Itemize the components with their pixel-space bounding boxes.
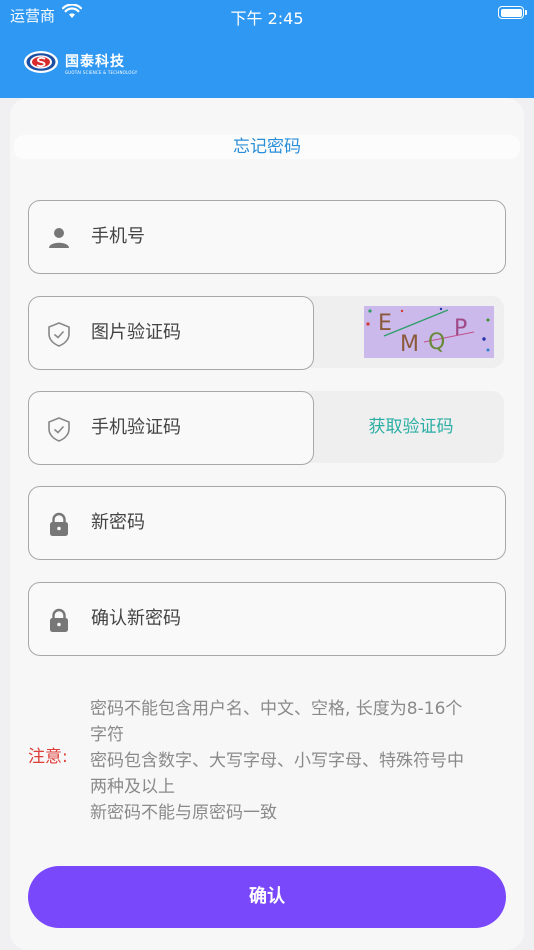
phone-field[interactable]: 手机号 xyxy=(28,200,506,274)
phone-placeholder: 手机号 xyxy=(91,226,145,247)
form-card: 忘记密码 手机号 图片验证码 E M Q P 手机验证码 获取验证码 新密码 确… xyxy=(10,98,524,950)
confirm-password-placeholder: 确认新密码 xyxy=(91,608,181,629)
logo-mark-icon xyxy=(24,51,58,73)
captcha-image[interactable]: E M Q P xyxy=(364,306,494,358)
battery-icon xyxy=(498,6,527,19)
logo-subtitle: GUOTAI SCIENCE & TECHNOLOGY xyxy=(65,70,138,75)
logo-text: 国泰科技 xyxy=(65,54,125,70)
sms-code-field[interactable]: 手机验证码 xyxy=(28,391,314,465)
sms-code-row: 手机验证码 获取验证码 xyxy=(28,391,504,465)
notice-line: 密码不能包含用户名、中文、空格, 长度为8-16个 xyxy=(90,699,463,719)
notice-line: 两种及以上 xyxy=(90,777,175,797)
shield-check-icon xyxy=(48,417,70,442)
new-password-field[interactable]: 新密码 xyxy=(28,486,506,560)
status-bar: 运营商 下午 2:45 xyxy=(0,0,534,30)
lock-icon xyxy=(50,608,68,632)
page-title: 忘记密码 xyxy=(233,137,301,157)
notice-lines: 密码不能包含用户名、中文、空格, 长度为8-16个 字符 密码包含数字、大写字母… xyxy=(90,696,504,826)
lock-icon xyxy=(50,512,68,536)
get-sms-code-button[interactable]: 获取验证码 xyxy=(318,414,504,440)
new-password-placeholder: 新密码 xyxy=(91,512,145,533)
captcha-char: P xyxy=(454,316,467,341)
image-code-row: 图片验证码 E M Q P xyxy=(28,296,504,370)
confirm-password-field[interactable]: 确认新密码 xyxy=(28,582,506,656)
captcha-char: Q xyxy=(428,330,445,355)
image-code-field[interactable]: 图片验证码 xyxy=(28,296,314,370)
notice-line: 密码包含数字、大写字母、小写字母、特殊符号中 xyxy=(90,751,464,771)
notice-label: 注意: xyxy=(28,747,68,767)
app-header: 运营商 下午 2:45 国泰科技 GUOTAI SCIENCE & TECHNO… xyxy=(0,0,534,98)
status-time: 下午 2:45 xyxy=(230,9,304,28)
captcha-char: M xyxy=(400,332,419,357)
user-icon xyxy=(49,228,69,248)
confirm-button[interactable]: 确认 xyxy=(28,866,506,928)
image-code-placeholder: 图片验证码 xyxy=(91,322,181,343)
notice-line: 字符 xyxy=(90,725,124,745)
shield-check-icon xyxy=(48,322,70,347)
notice-line: 新密码不能与原密码一致 xyxy=(90,803,277,823)
captcha-char: E xyxy=(378,311,392,336)
sms-code-placeholder: 手机验证码 xyxy=(91,417,181,438)
